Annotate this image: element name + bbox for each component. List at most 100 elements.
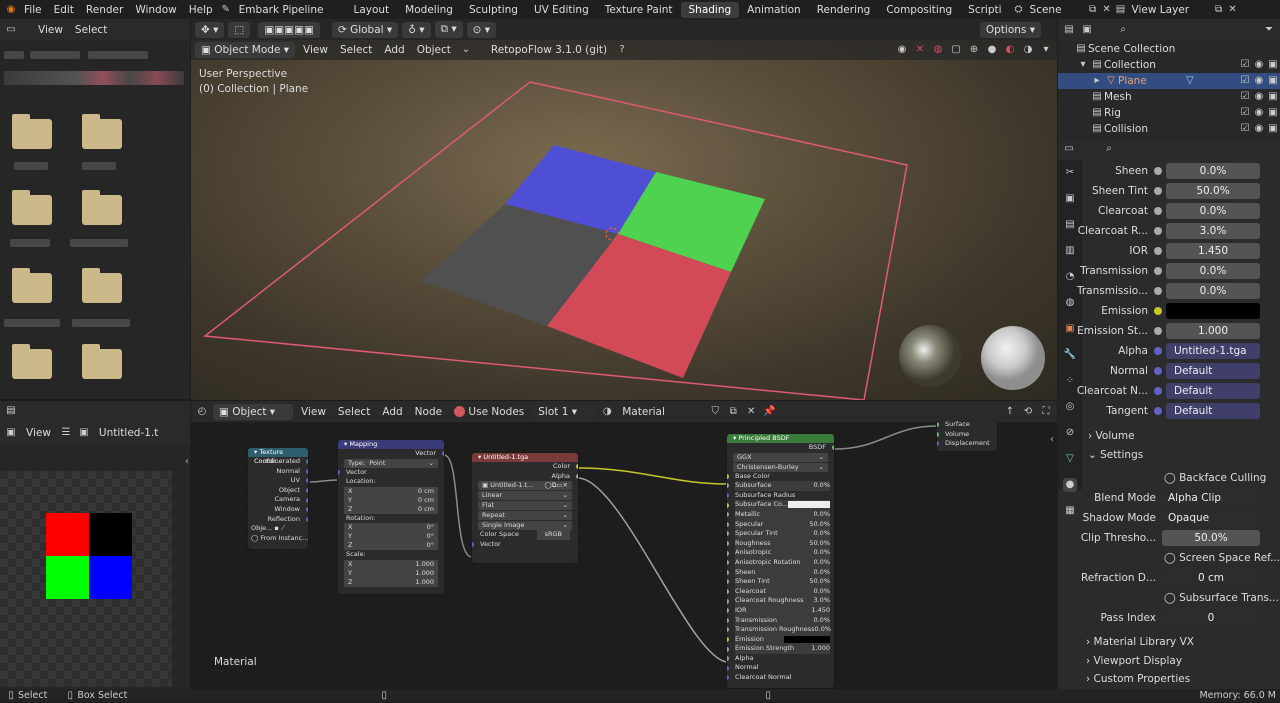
camera-icon[interactable]: ▣ — [1266, 106, 1280, 120]
property-value[interactable]: 0.0% — [1166, 263, 1260, 279]
node-principled-bsdf[interactable]: ▾ Principled BSDF BSDF GGX ⌄ Christensen-… — [726, 433, 835, 689]
input-socket[interactable] — [727, 512, 729, 518]
extension-dropdown[interactable]: Repeat ⌄ — [478, 511, 572, 521]
tab-scripti[interactable]: Scripti — [960, 2, 1009, 18]
outliner-item-mesh[interactable]: ▤ Mesh ☑ ◉ ▣ — [1058, 89, 1280, 105]
bsdf-input-row[interactable]: Subsurface 0.0% — [727, 481, 830, 491]
image-browse-icon[interactable]: ▣ — [77, 426, 91, 440]
menu-window[interactable]: Window — [129, 4, 182, 16]
pin-icon[interactable]: 📌 — [762, 405, 776, 419]
transform-orientation[interactable]: ⟳ Global ▾ — [331, 21, 399, 38]
input-socket[interactable] — [727, 560, 729, 566]
outliner-item-rig[interactable]: ▤ Rig ☑ ◉ ▣ — [1058, 105, 1280, 121]
folder-icon[interactable] — [82, 114, 122, 149]
image-canvas[interactable] — [0, 471, 172, 687]
input-socket[interactable] — [727, 636, 729, 642]
socket-dot-icon[interactable] — [1154, 327, 1162, 335]
vector-field[interactable]: X 0 cm — [344, 486, 438, 496]
input-socket[interactable] — [472, 542, 474, 548]
shader-type-dropdown[interactable]: ▣ Object ▾ — [213, 403, 293, 420]
close-icon[interactable]: ✕ — [1100, 3, 1114, 17]
selection-mode-icons[interactable]: ▣▣▣▣▣ — [258, 21, 320, 38]
input-socket[interactable] — [727, 473, 729, 479]
input-socket[interactable] — [937, 422, 939, 428]
checkbox-icon[interactable]: ☑ — [1238, 74, 1252, 88]
output-socket[interactable] — [576, 464, 578, 470]
vector-field[interactable]: Z 0° — [344, 541, 438, 551]
input-socket[interactable] — [727, 493, 729, 499]
object-field-row[interactable]: Obje... ▪ ⟋ — [248, 524, 308, 534]
folder-icon[interactable] — [82, 268, 122, 303]
vector-field[interactable]: Z 0 cm — [344, 504, 438, 514]
settings-panel[interactable]: ⌄ Settings — [1088, 449, 1143, 461]
bsdf-input-row[interactable]: Anisotropic 0.0% — [727, 548, 830, 558]
viewport-display-panel[interactable]: › Viewport Display — [1086, 655, 1182, 667]
output-socket[interactable] — [306, 488, 308, 494]
folder-icon[interactable] — [12, 190, 52, 225]
editor-type-icon[interactable]: ▤ — [4, 404, 18, 418]
node-add-menu[interactable]: Add — [378, 406, 406, 418]
eye-icon[interactable]: ◉ — [1252, 90, 1266, 104]
transform-pivot-icon[interactable]: ✥ ▾ — [195, 21, 225, 38]
expand-icon[interactable]: ▸ — [1090, 74, 1104, 88]
snapping-icon[interactable]: ⧉ ▾ — [434, 21, 463, 38]
bsdf-input-row[interactable]: Emission — [727, 634, 830, 645]
tab-compositing[interactable]: Compositing — [878, 2, 960, 18]
input-socket[interactable] — [727, 541, 729, 547]
tab-shading[interactable]: Shading — [680, 1, 740, 18]
editor-type-icon[interactable]: ▭ — [1062, 142, 1076, 156]
property-value[interactable]: 0.0% — [1166, 203, 1260, 219]
file-browser-select-menu[interactable]: Select — [71, 24, 111, 36]
bsdf-input-row[interactable]: Anisotropic Rotation 0.0% — [727, 557, 830, 568]
source-dropdown[interactable]: Single Image ⌄ — [478, 521, 572, 531]
bsdf-input-row[interactable]: Base Color — [727, 472, 830, 482]
bsdf-input-row[interactable]: IOR 1.450 — [727, 605, 830, 616]
options-dropdown[interactable]: Options ▾ — [979, 21, 1041, 38]
bsdf-input-row[interactable]: Sheen Tint 50.0% — [727, 577, 830, 587]
subsurface-method-dropdown[interactable]: Christensen-Burley ⌄ — [733, 462, 828, 472]
output-socket[interactable] — [306, 507, 308, 513]
outliner-item-plane[interactable]: ▸ ▽ Plane ▽ ☑ ◉ ▣ — [1058, 73, 1280, 89]
from-instancer-checkbox[interactable]: ◯ From Instanc... — [248, 534, 308, 544]
custom-properties-panel[interactable]: › Custom Properties — [1086, 673, 1190, 685]
property-value[interactable]: Default — [1166, 363, 1260, 379]
duplicate-icon[interactable]: ⧉ — [726, 405, 740, 419]
socket-dot-icon[interactable] — [1154, 247, 1162, 255]
image-name[interactable]: Untitled-1.t — [95, 427, 162, 439]
proportional-edit-icon[interactable]: ⊙ ▾ — [466, 21, 497, 38]
eye-icon[interactable]: ◉ — [1252, 58, 1266, 72]
input-socket[interactable] — [727, 617, 729, 623]
display-mode-icon[interactable]: ▣ — [1080, 23, 1094, 37]
blender-logo-icon[interactable]: ◉ — [4, 3, 18, 17]
input-socket[interactable] — [727, 579, 729, 585]
eye-icon[interactable]: ◉ — [1252, 122, 1266, 136]
camera-icon[interactable]: ▣ — [1266, 122, 1280, 136]
socket-dot-icon[interactable] — [1154, 267, 1162, 275]
bsdf-input-row[interactable]: Clearcoat 0.0% — [727, 586, 830, 597]
search-icon[interactable]: ⌕ — [1116, 23, 1130, 37]
camera-icon[interactable]: ▣ — [1266, 58, 1280, 72]
socket-dot-icon[interactable] — [1154, 347, 1162, 355]
input-socket[interactable] — [727, 608, 729, 614]
socket-dot-icon[interactable] — [1154, 187, 1162, 195]
eye-icon[interactable]: ◉ — [1252, 74, 1266, 88]
camera-icon[interactable]: ▣ — [1266, 74, 1280, 88]
clip-threshold-field[interactable]: 50.0% — [1162, 530, 1260, 546]
output-socket[interactable] — [306, 468, 308, 474]
material-browse-icon[interactable]: ◑ — [600, 405, 614, 419]
input-socket[interactable] — [727, 483, 729, 489]
bsdf-input-row[interactable]: Transmission Roughness 0.0% — [727, 625, 831, 635]
outliner-scene-collection[interactable]: ▤ Scene Collection — [1058, 41, 1280, 57]
backface-culling-checkbox[interactable]: ◯ Backface Culling — [1164, 472, 1266, 484]
sidebar-toggle-icon[interactable]: ‹ — [185, 456, 189, 467]
input-socket[interactable] — [727, 550, 729, 556]
property-value[interactable]: Untitled-1.tga — [1166, 343, 1260, 359]
output-socket[interactable] — [306, 478, 308, 484]
menu-edit[interactable]: Edit — [48, 4, 80, 16]
folder-icon[interactable] — [12, 114, 52, 149]
tab-animation[interactable]: Animation — [739, 2, 809, 18]
image-selector[interactable]: ▣ Untitled-1.t... ◯⧉▭✕ — [478, 481, 572, 491]
property-value[interactable]: 50.0% — [1166, 183, 1260, 199]
projection-dropdown[interactable]: Flat ⌄ — [478, 501, 572, 511]
eye-icon[interactable]: ◉ — [1252, 106, 1266, 120]
